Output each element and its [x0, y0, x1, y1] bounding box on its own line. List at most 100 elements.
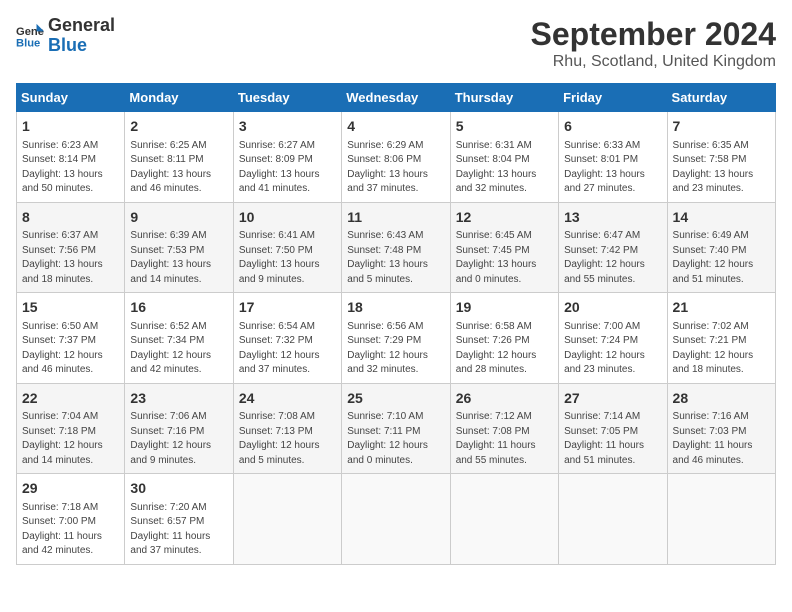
day-info: Sunrise: 6:31 AM Sunset: 8:04 PM Dayligh…: [456, 139, 553, 197]
day-info: Sunrise: 7:20 AM Sunset: 6:57 PM Dayligh…: [130, 501, 227, 559]
day-number: 27: [564, 389, 661, 409]
day-number: 24: [239, 389, 336, 409]
day-info: Sunrise: 6:47 AM Sunset: 7:42 PM Dayligh…: [564, 229, 661, 287]
title-area: September 2024 Rhu, Scotland, United Kin…: [531, 16, 776, 71]
day-cell-16: 16Sunrise: 6:52 AM Sunset: 7:34 PM Dayli…: [125, 293, 233, 384]
col-header-tuesday: Tuesday: [233, 84, 341, 112]
col-header-thursday: Thursday: [450, 84, 558, 112]
day-info: Sunrise: 6:43 AM Sunset: 7:48 PM Dayligh…: [347, 229, 444, 287]
day-info: Sunrise: 6:56 AM Sunset: 7:29 PM Dayligh…: [347, 320, 444, 378]
day-number: 23: [130, 389, 227, 409]
day-number: 18: [347, 298, 444, 318]
empty-cell: [342, 474, 450, 565]
day-info: Sunrise: 6:23 AM Sunset: 8:14 PM Dayligh…: [22, 139, 119, 197]
header: General Blue General Blue September 2024…: [16, 16, 776, 71]
day-cell-17: 17Sunrise: 6:54 AM Sunset: 7:32 PM Dayli…: [233, 293, 341, 384]
day-number: 19: [456, 298, 553, 318]
day-cell-8: 8Sunrise: 6:37 AM Sunset: 7:56 PM Daylig…: [17, 202, 125, 293]
header-row: SundayMondayTuesdayWednesdayThursdayFrid…: [17, 84, 776, 112]
day-cell-5: 5Sunrise: 6:31 AM Sunset: 8:04 PM Daylig…: [450, 112, 558, 203]
empty-cell: [233, 474, 341, 565]
day-number: 22: [22, 389, 119, 409]
empty-cell: [450, 474, 558, 565]
day-cell-19: 19Sunrise: 6:58 AM Sunset: 7:26 PM Dayli…: [450, 293, 558, 384]
empty-cell: [559, 474, 667, 565]
day-info: Sunrise: 6:41 AM Sunset: 7:50 PM Dayligh…: [239, 229, 336, 287]
day-number: 29: [22, 479, 119, 499]
day-info: Sunrise: 6:27 AM Sunset: 8:09 PM Dayligh…: [239, 139, 336, 197]
day-cell-26: 26Sunrise: 7:12 AM Sunset: 7:08 PM Dayli…: [450, 383, 558, 474]
week-row-1: 1Sunrise: 6:23 AM Sunset: 8:14 PM Daylig…: [17, 112, 776, 203]
day-info: Sunrise: 6:49 AM Sunset: 7:40 PM Dayligh…: [673, 229, 770, 287]
day-number: 28: [673, 389, 770, 409]
day-number: 17: [239, 298, 336, 318]
day-cell-4: 4Sunrise: 6:29 AM Sunset: 8:06 PM Daylig…: [342, 112, 450, 203]
day-number: 25: [347, 389, 444, 409]
day-cell-13: 13Sunrise: 6:47 AM Sunset: 7:42 PM Dayli…: [559, 202, 667, 293]
day-cell-9: 9Sunrise: 6:39 AM Sunset: 7:53 PM Daylig…: [125, 202, 233, 293]
day-number: 20: [564, 298, 661, 318]
day-number: 2: [130, 117, 227, 137]
day-info: Sunrise: 7:18 AM Sunset: 7:00 PM Dayligh…: [22, 501, 119, 559]
day-cell-27: 27Sunrise: 7:14 AM Sunset: 7:05 PM Dayli…: [559, 383, 667, 474]
day-number: 5: [456, 117, 553, 137]
day-number: 1: [22, 117, 119, 137]
day-number: 3: [239, 117, 336, 137]
day-cell-30: 30Sunrise: 7:20 AM Sunset: 6:57 PM Dayli…: [125, 474, 233, 565]
day-cell-7: 7Sunrise: 6:35 AM Sunset: 7:58 PM Daylig…: [667, 112, 775, 203]
day-cell-25: 25Sunrise: 7:10 AM Sunset: 7:11 PM Dayli…: [342, 383, 450, 474]
day-number: 9: [130, 208, 227, 228]
calendar-table: SundayMondayTuesdayWednesdayThursdayFrid…: [16, 83, 776, 565]
day-number: 11: [347, 208, 444, 228]
col-header-saturday: Saturday: [667, 84, 775, 112]
day-number: 14: [673, 208, 770, 228]
day-info: Sunrise: 6:25 AM Sunset: 8:11 PM Dayligh…: [130, 139, 227, 197]
day-number: 7: [673, 117, 770, 137]
day-cell-1: 1Sunrise: 6:23 AM Sunset: 8:14 PM Daylig…: [17, 112, 125, 203]
day-info: Sunrise: 7:04 AM Sunset: 7:18 PM Dayligh…: [22, 410, 119, 468]
col-header-friday: Friday: [559, 84, 667, 112]
logo-blue: Blue: [48, 36, 115, 56]
day-number: 12: [456, 208, 553, 228]
svg-text:Blue: Blue: [16, 37, 40, 49]
logo-general: General: [48, 16, 115, 36]
day-number: 10: [239, 208, 336, 228]
day-cell-15: 15Sunrise: 6:50 AM Sunset: 7:37 PM Dayli…: [17, 293, 125, 384]
day-number: 30: [130, 479, 227, 499]
day-cell-22: 22Sunrise: 7:04 AM Sunset: 7:18 PM Dayli…: [17, 383, 125, 474]
day-info: Sunrise: 6:52 AM Sunset: 7:34 PM Dayligh…: [130, 320, 227, 378]
day-number: 6: [564, 117, 661, 137]
day-info: Sunrise: 6:33 AM Sunset: 8:01 PM Dayligh…: [564, 139, 661, 197]
calendar-title: September 2024: [531, 16, 776, 53]
day-info: Sunrise: 7:08 AM Sunset: 7:13 PM Dayligh…: [239, 410, 336, 468]
week-row-5: 29Sunrise: 7:18 AM Sunset: 7:00 PM Dayli…: [17, 474, 776, 565]
day-cell-28: 28Sunrise: 7:16 AM Sunset: 7:03 PM Dayli…: [667, 383, 775, 474]
week-row-4: 22Sunrise: 7:04 AM Sunset: 7:18 PM Dayli…: [17, 383, 776, 474]
day-cell-14: 14Sunrise: 6:49 AM Sunset: 7:40 PM Dayli…: [667, 202, 775, 293]
day-info: Sunrise: 7:06 AM Sunset: 7:16 PM Dayligh…: [130, 410, 227, 468]
day-cell-3: 3Sunrise: 6:27 AM Sunset: 8:09 PM Daylig…: [233, 112, 341, 203]
day-cell-10: 10Sunrise: 6:41 AM Sunset: 7:50 PM Dayli…: [233, 202, 341, 293]
day-cell-2: 2Sunrise: 6:25 AM Sunset: 8:11 PM Daylig…: [125, 112, 233, 203]
day-number: 13: [564, 208, 661, 228]
day-cell-24: 24Sunrise: 7:08 AM Sunset: 7:13 PM Dayli…: [233, 383, 341, 474]
calendar-subtitle: Rhu, Scotland, United Kingdom: [531, 53, 776, 71]
col-header-monday: Monday: [125, 84, 233, 112]
empty-cell: [667, 474, 775, 565]
day-number: 16: [130, 298, 227, 318]
day-number: 15: [22, 298, 119, 318]
day-info: Sunrise: 7:12 AM Sunset: 7:08 PM Dayligh…: [456, 410, 553, 468]
logo: General Blue General Blue: [16, 16, 115, 56]
day-number: 8: [22, 208, 119, 228]
day-cell-12: 12Sunrise: 6:45 AM Sunset: 7:45 PM Dayli…: [450, 202, 558, 293]
day-cell-29: 29Sunrise: 7:18 AM Sunset: 7:00 PM Dayli…: [17, 474, 125, 565]
day-info: Sunrise: 6:35 AM Sunset: 7:58 PM Dayligh…: [673, 139, 770, 197]
day-info: Sunrise: 7:16 AM Sunset: 7:03 PM Dayligh…: [673, 410, 770, 468]
col-header-wednesday: Wednesday: [342, 84, 450, 112]
day-info: Sunrise: 6:39 AM Sunset: 7:53 PM Dayligh…: [130, 229, 227, 287]
day-number: 4: [347, 117, 444, 137]
day-number: 21: [673, 298, 770, 318]
day-info: Sunrise: 7:02 AM Sunset: 7:21 PM Dayligh…: [673, 320, 770, 378]
day-cell-21: 21Sunrise: 7:02 AM Sunset: 7:21 PM Dayli…: [667, 293, 775, 384]
day-cell-20: 20Sunrise: 7:00 AM Sunset: 7:24 PM Dayli…: [559, 293, 667, 384]
